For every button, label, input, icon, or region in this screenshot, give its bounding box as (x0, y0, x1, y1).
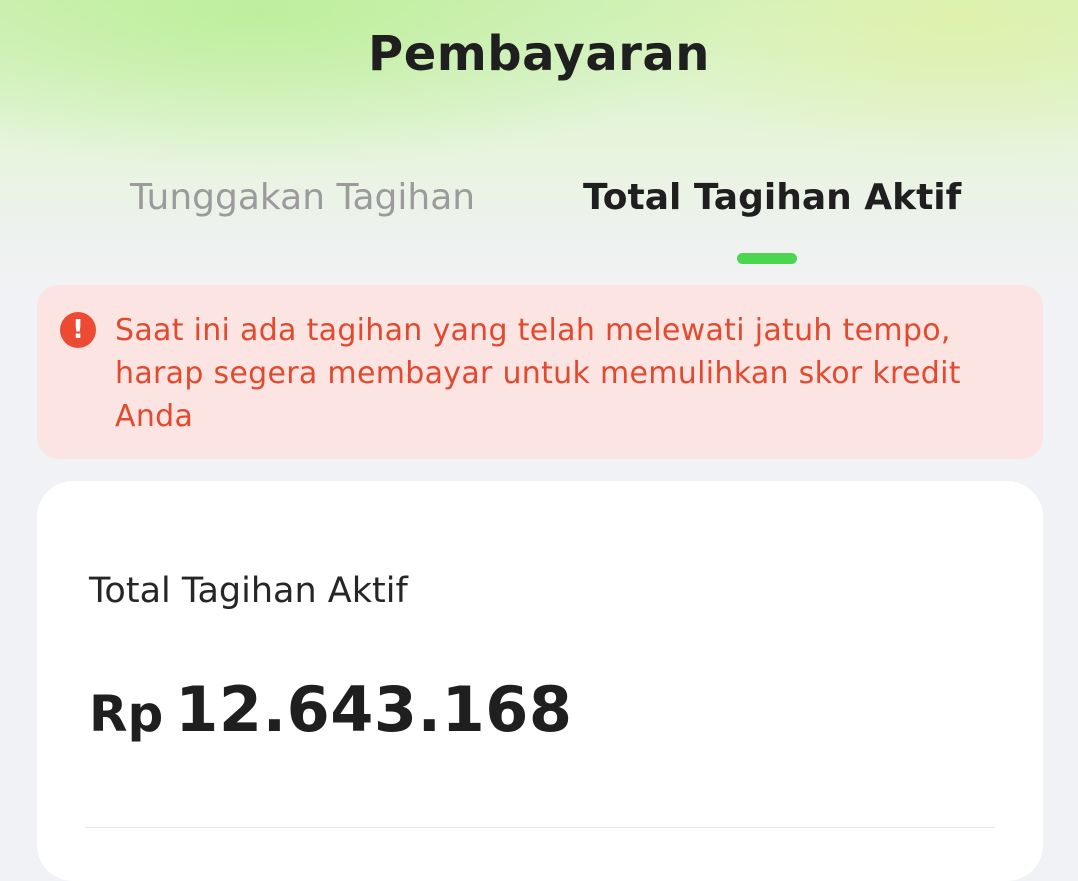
overdue-alert-banner: ! Saat ini ada tagihan yang telah melewa… (37, 285, 1043, 459)
tab-tunggakan-tagihan[interactable]: Tunggakan Tagihan (130, 174, 475, 222)
active-tab-indicator (737, 253, 797, 264)
total-bill-card: Total Tagihan Aktif Rp 12.643.168 (37, 481, 1043, 881)
total-bill-label: Total Tagihan Aktif (89, 571, 408, 611)
exclamation-circle-icon: ! (60, 312, 96, 348)
page-title: Pembayaran (368, 26, 710, 82)
tab-total-tagihan-aktif[interactable]: Total Tagihan Aktif (583, 174, 961, 222)
card-divider (85, 827, 995, 828)
currency-label: Rp (89, 685, 164, 743)
amount-value: 12.643.168 (175, 673, 573, 746)
alert-message: Saat ini ada tagihan yang telah melewati… (115, 313, 961, 434)
total-bill-amount: Rp 12.643.168 (89, 673, 573, 746)
